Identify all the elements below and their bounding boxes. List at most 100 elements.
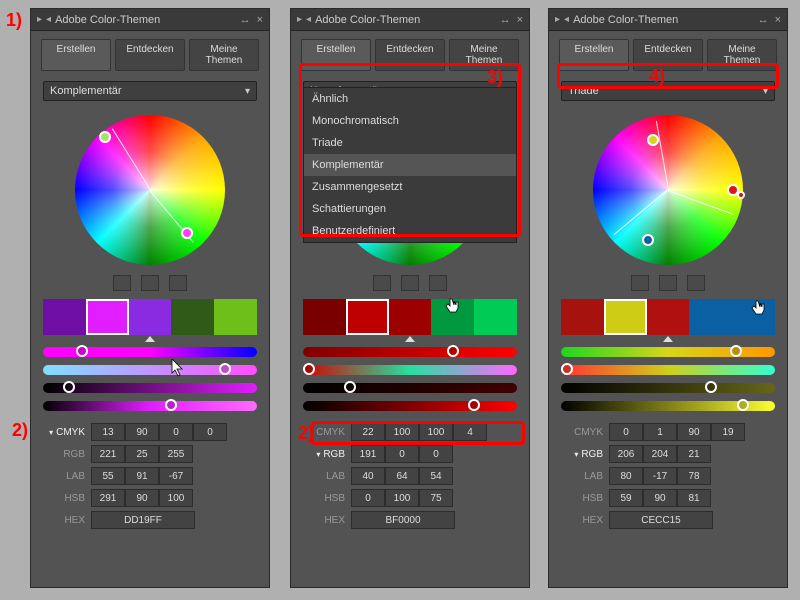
add-to-swatches-icon[interactable] xyxy=(631,275,649,291)
wheel-marker[interactable] xyxy=(99,131,111,143)
hue-slider[interactable] xyxy=(561,347,775,357)
tab-discover[interactable]: Entdecken xyxy=(115,39,185,71)
swatch[interactable] xyxy=(732,299,775,335)
brightness-slider[interactable] xyxy=(561,383,775,393)
swatch[interactable] xyxy=(561,299,604,335)
rgb-b[interactable]: 21 xyxy=(677,445,711,463)
grid-icon[interactable] xyxy=(429,275,447,291)
mode-hsb[interactable]: HSB xyxy=(303,493,351,504)
lab-b[interactable]: 78 xyxy=(677,467,711,485)
grid-icon[interactable] xyxy=(687,275,705,291)
hex-value[interactable]: CECC15 xyxy=(609,511,713,529)
mode-hex[interactable]: HEX xyxy=(561,515,609,526)
hsb-h[interactable]: 291 xyxy=(91,489,125,507)
color-wheel[interactable] xyxy=(593,115,743,265)
mode-rgb[interactable]: RGB xyxy=(43,449,91,460)
rgb-r[interactable]: 206 xyxy=(609,445,643,463)
cmyk-y[interactable]: 0 xyxy=(159,423,193,441)
cmyk-c[interactable]: 13 xyxy=(91,423,125,441)
minimize-icon[interactable]: ↔ xyxy=(758,14,769,26)
rgb-g[interactable]: 0 xyxy=(385,445,419,463)
swatch[interactable] xyxy=(43,299,86,335)
hsb-h[interactable]: 0 xyxy=(351,489,385,507)
tab-mythemes[interactable]: Meine Themen xyxy=(189,39,259,71)
lab-l[interactable]: 55 xyxy=(91,467,125,485)
swatch[interactable] xyxy=(647,299,690,335)
swatch[interactable] xyxy=(303,299,346,335)
lab-l[interactable]: 40 xyxy=(351,467,385,485)
mode-cmyk[interactable]: CMYK xyxy=(561,427,609,438)
value-slider[interactable] xyxy=(43,401,257,411)
collapse-icon[interactable]: ▸ xyxy=(297,14,302,25)
minimize-icon[interactable]: ↔ xyxy=(240,14,251,26)
hex-value[interactable]: BF0000 xyxy=(351,511,455,529)
close-icon[interactable]: × xyxy=(257,14,263,26)
panel-title-bar[interactable]: ▸◂Adobe Color-Themen ↔× xyxy=(291,9,529,31)
brightness-slider[interactable] xyxy=(303,383,517,393)
lab-l[interactable]: 80 xyxy=(609,467,643,485)
minimize-icon[interactable]: ↔ xyxy=(500,14,511,26)
mode-cmyk[interactable]: ▾CMYK xyxy=(43,427,91,438)
mode-lab[interactable]: LAB xyxy=(43,471,91,482)
lab-b[interactable]: 54 xyxy=(419,467,453,485)
lab-a[interactable]: -17 xyxy=(643,467,677,485)
swatch[interactable] xyxy=(431,299,474,335)
mode-lab[interactable]: LAB xyxy=(561,471,609,482)
cmyk-k[interactable]: 19 xyxy=(711,423,745,441)
swatch[interactable] xyxy=(86,299,129,335)
hsb-b[interactable]: 100 xyxy=(159,489,193,507)
color-wheel[interactable] xyxy=(75,115,225,265)
rgb-b[interactable]: 0 xyxy=(419,445,453,463)
wheel-marker[interactable] xyxy=(181,227,193,239)
hsb-b[interactable]: 81 xyxy=(677,489,711,507)
add-to-swatches-icon[interactable] xyxy=(113,275,131,291)
expand-icon[interactable]: ◂ xyxy=(306,14,311,25)
mode-hsb[interactable]: HSB xyxy=(561,493,609,504)
rgb-g[interactable]: 204 xyxy=(643,445,677,463)
hsb-s[interactable]: 90 xyxy=(643,489,677,507)
mode-hex[interactable]: HEX xyxy=(43,515,91,526)
panel-title-bar[interactable]: ▸◂Adobe Color-Themen ↔× xyxy=(549,9,787,31)
cmyk-y[interactable]: 90 xyxy=(677,423,711,441)
sat-slider[interactable] xyxy=(561,365,775,375)
expand-icon[interactable]: ◂ xyxy=(564,14,569,25)
add-to-swatches-icon[interactable] xyxy=(373,275,391,291)
expand-icon[interactable]: ◂ xyxy=(46,14,51,25)
cmyk-k[interactable]: 0 xyxy=(193,423,227,441)
wheel-marker[interactable] xyxy=(647,134,659,146)
apply-color-icon[interactable] xyxy=(141,275,159,291)
hsb-s[interactable]: 90 xyxy=(125,489,159,507)
rgb-b[interactable]: 255 xyxy=(159,445,193,463)
panel-title-bar[interactable]: ▸ ◂ Adobe Color-Themen ↔ × xyxy=(31,9,269,31)
swatch[interactable] xyxy=(389,299,432,335)
collapse-icon[interactable]: ▸ xyxy=(37,14,42,25)
rgb-r[interactable]: 191 xyxy=(351,445,385,463)
swatch[interactable] xyxy=(171,299,214,335)
lab-a[interactable]: 91 xyxy=(125,467,159,485)
swatch[interactable] xyxy=(474,299,517,335)
lab-a[interactable]: 64 xyxy=(385,467,419,485)
hue-slider[interactable] xyxy=(303,347,517,357)
rgb-r[interactable]: 221 xyxy=(91,445,125,463)
hsb-s[interactable]: 100 xyxy=(385,489,419,507)
swatch[interactable] xyxy=(346,299,389,335)
swatch[interactable] xyxy=(214,299,257,335)
hex-value[interactable]: DD19FF xyxy=(91,511,195,529)
mode-rgb[interactable]: ▾RGB xyxy=(303,449,351,460)
apply-color-icon[interactable] xyxy=(401,275,419,291)
hsb-h[interactable]: 59 xyxy=(609,489,643,507)
tab-create[interactable]: Erstellen xyxy=(41,39,111,71)
rgb-g[interactable]: 25 xyxy=(125,445,159,463)
hue-slider[interactable] xyxy=(43,347,257,357)
cmyk-c[interactable]: 0 xyxy=(609,423,643,441)
cmyk-m[interactable]: 1 xyxy=(643,423,677,441)
mode-hsb[interactable]: HSB xyxy=(43,493,91,504)
brightness-slider[interactable] xyxy=(43,383,257,393)
swatch[interactable] xyxy=(129,299,172,335)
sat-slider[interactable] xyxy=(43,365,257,375)
wheel-marker[interactable] xyxy=(642,234,654,246)
wheel-marker[interactable] xyxy=(737,191,745,199)
mode-hex[interactable]: HEX xyxy=(303,515,351,526)
collapse-icon[interactable]: ▸ xyxy=(555,14,560,25)
mode-rgb[interactable]: ▾RGB xyxy=(561,449,609,460)
